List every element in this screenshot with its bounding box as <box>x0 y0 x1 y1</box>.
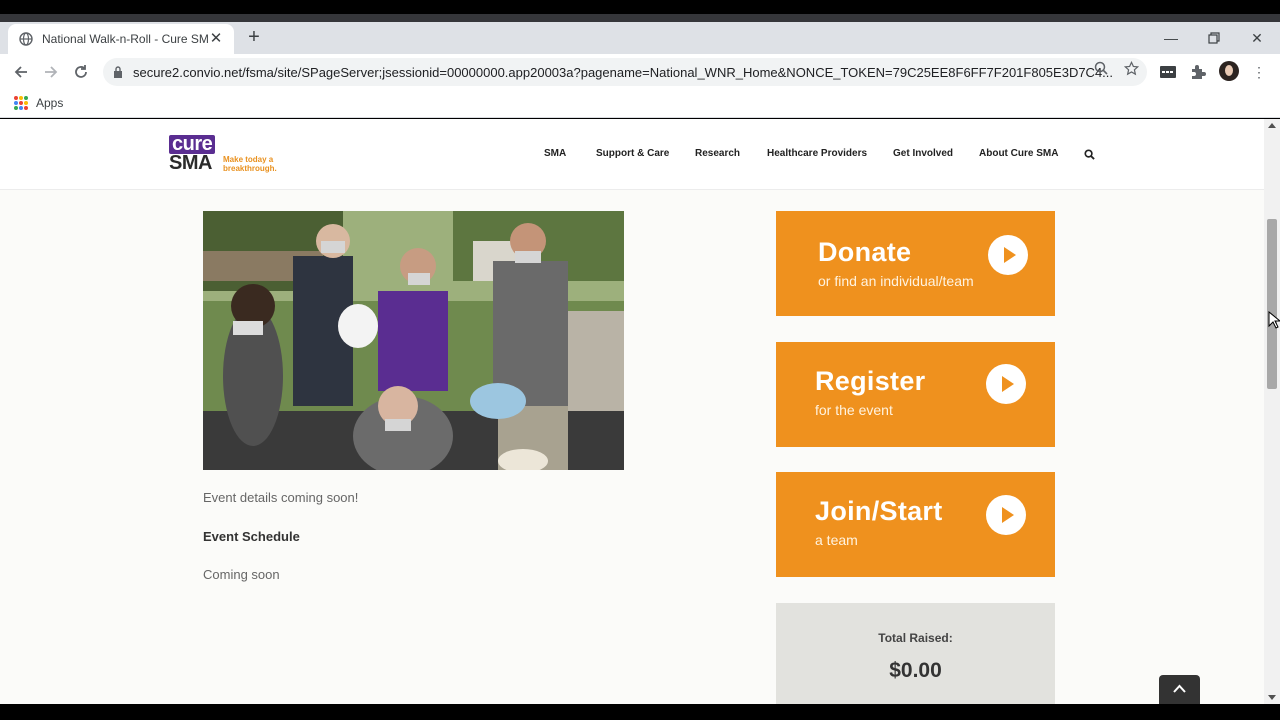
donate-button[interactable]: Donate or find an individual/team <box>776 211 1055 316</box>
scroll-up-arrow-icon[interactable] <box>1268 123 1276 128</box>
play-icon <box>986 495 1026 535</box>
extension-icon[interactable] <box>1158 62 1178 82</box>
address-bar[interactable]: secure2.convio.net/fsma/site/SPageServer… <box>103 58 1147 86</box>
bookmark-star-icon[interactable] <box>1121 58 1141 78</box>
nav-healthcare-providers[interactable]: Healthcare Providers <box>767 148 867 159</box>
register-button[interactable]: Register for the event <box>776 342 1055 447</box>
tab-strip: National Walk-n-Roll - Cure SMA ✕ + — ✕ <box>0 22 1280 54</box>
play-icon <box>986 364 1026 404</box>
apps-shortcut[interactable]: Apps <box>14 96 63 110</box>
event-details-text: Event details coming soon! <box>203 490 359 505</box>
globe-icon <box>18 31 34 47</box>
search-icon[interactable] <box>1084 147 1096 160</box>
apps-label: Apps <box>36 96 64 110</box>
page-viewport: cure SMA Make today a breakthrough. SMA … <box>0 119 1264 704</box>
forward-arrow-icon[interactable] <box>41 62 61 82</box>
scroll-down-arrow-icon[interactable] <box>1268 695 1276 700</box>
scrollbar-thumb[interactable] <box>1267 219 1277 389</box>
lock-icon <box>113 65 125 79</box>
bookmarks-bar: Apps <box>0 90 1280 118</box>
back-arrow-icon[interactable] <box>11 62 31 82</box>
close-tab-icon[interactable]: ✕ <box>208 31 224 47</box>
nav-get-involved[interactable]: Get Involved <box>893 148 953 159</box>
total-raised-label: Total Raised: <box>878 631 953 645</box>
nav-research[interactable]: Research <box>695 148 740 159</box>
chevron-up-icon <box>1173 684 1186 693</box>
menu-kebab-icon[interactable]: ⋮ <box>1249 62 1269 82</box>
play-icon <box>988 235 1028 275</box>
reload-icon[interactable] <box>71 62 91 82</box>
nav-support-care[interactable]: Support & Care <box>596 148 669 159</box>
back-to-top-button[interactable] <box>1159 675 1200 704</box>
tab-active[interactable]: National Walk-n-Roll - Cure SMA ✕ <box>8 24 234 54</box>
browser-toolbar: secure2.convio.net/fsma/site/SPageServer… <box>0 54 1280 90</box>
zoom-icon[interactable] <box>1091 58 1111 78</box>
nav-sma[interactable]: SMA <box>544 148 566 159</box>
restore-icon[interactable] <box>1204 28 1224 48</box>
tab-title: National Walk-n-Roll - Cure SMA <box>42 32 208 46</box>
apps-grid-icon <box>14 96 28 110</box>
join-start-button[interactable]: Join/Start a team <box>776 472 1055 577</box>
browser-window: National Walk-n-Roll - Cure SMA ✕ + — ✕ … <box>0 0 1280 720</box>
site-header: cure SMA Make today a breakthrough. SMA … <box>0 119 1264 190</box>
nav-about[interactable]: About Cure SMA <box>979 148 1058 159</box>
page-scrollbar[interactable] <box>1264 119 1280 704</box>
event-photo <box>203 211 624 470</box>
new-tab-button[interactable]: + <box>244 27 264 48</box>
total-raised-amount: $0.00 <box>889 659 942 682</box>
window-titlebar <box>0 14 1280 22</box>
url-text: secure2.convio.net/fsma/site/SPageServer… <box>133 64 1114 80</box>
puzzle-icon[interactable] <box>1188 62 1208 82</box>
cure-sma-logo[interactable]: cure SMA Make today a breakthrough. <box>169 134 279 175</box>
close-window-icon[interactable]: ✕ <box>1247 28 1267 48</box>
minimize-icon[interactable]: — <box>1161 28 1181 48</box>
mouse-cursor-icon <box>1268 310 1280 329</box>
total-raised-box: Total Raised: $0.00 <box>776 603 1055 704</box>
schedule-text: Coming soon <box>203 567 280 582</box>
event-schedule-heading: Event Schedule <box>203 529 300 544</box>
profile-avatar[interactable] <box>1219 61 1239 81</box>
